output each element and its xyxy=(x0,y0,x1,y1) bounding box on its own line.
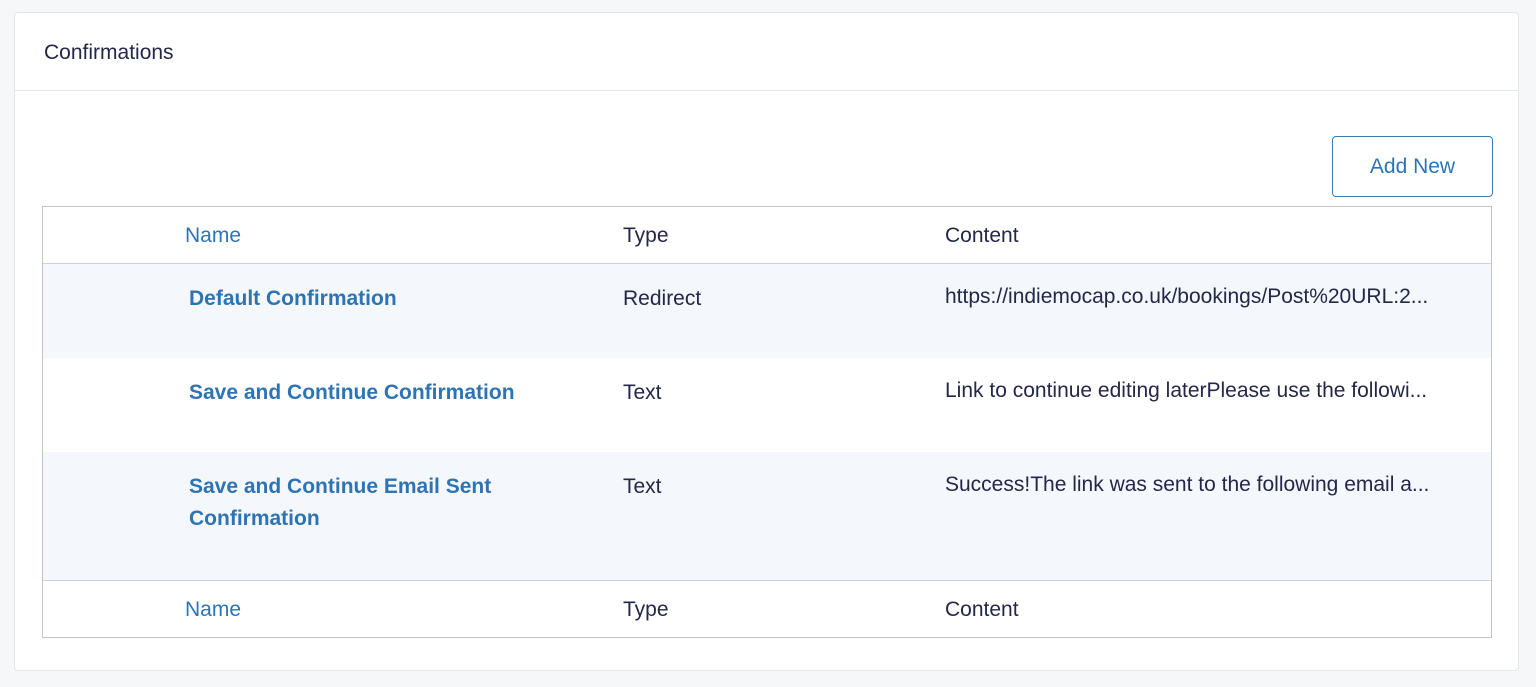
column-header-name[interactable]: Name xyxy=(185,224,241,248)
table-footer: Name Type Content xyxy=(43,580,1491,637)
confirmations-panel: Confirmations Add New Name Type Content … xyxy=(14,12,1519,671)
confirmation-name-link[interactable]: Default Confirmation xyxy=(189,283,549,315)
table-row: Save and Continue Confirmation Text Link… xyxy=(43,358,1491,452)
confirmation-content: Success!The link was sent to the followi… xyxy=(945,473,1430,496)
table-row: Save and Continue Email Sent Confirmatio… xyxy=(43,452,1491,580)
add-new-button[interactable]: Add New xyxy=(1332,136,1493,197)
column-header-content: Content xyxy=(945,224,1019,247)
confirmation-type: Text xyxy=(623,475,662,498)
confirmation-content: https://indiemocap.co.uk/bookings/Post%2… xyxy=(945,285,1429,308)
column-footer-type: Type xyxy=(623,598,669,621)
table-row: Default Confirmation Redirect https://in… xyxy=(43,264,1491,358)
confirmation-type: Redirect xyxy=(623,287,702,310)
confirmation-name-link[interactable]: Save and Continue Confirmation xyxy=(189,377,549,409)
confirmations-table: Name Type Content Default Confirmation R… xyxy=(42,206,1492,638)
confirmation-content: Link to continue editing laterPlease use… xyxy=(945,379,1428,402)
column-footer-name[interactable]: Name xyxy=(185,598,241,622)
panel-title: Confirmations xyxy=(15,13,1518,91)
table-header: Name Type Content xyxy=(43,207,1491,264)
column-header-type: Type xyxy=(623,224,669,247)
column-footer-content: Content xyxy=(945,598,1019,621)
confirmation-type: Text xyxy=(623,381,662,404)
confirmation-name-link[interactable]: Save and Continue Email Sent Confirmatio… xyxy=(189,471,549,535)
